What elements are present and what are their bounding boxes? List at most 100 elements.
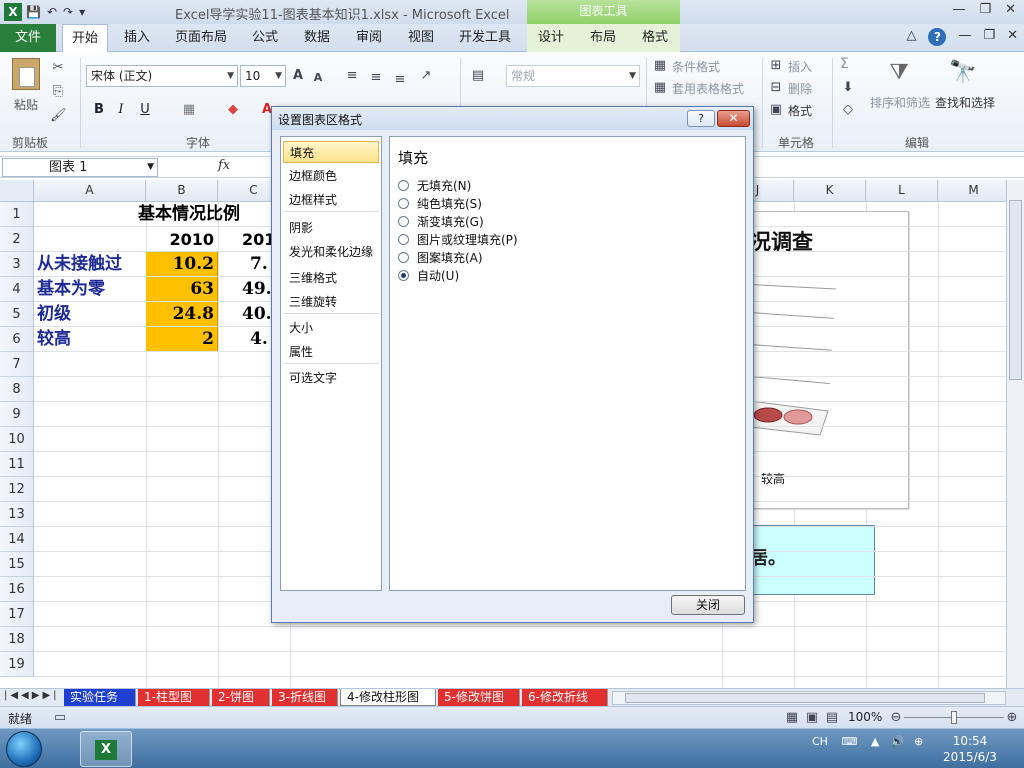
tab-file[interactable]: 文件	[0, 24, 56, 52]
start-button[interactable]	[6, 731, 42, 767]
table-format-icon[interactable]: ▦	[652, 80, 668, 96]
format-cells-button[interactable]: 格式	[788, 102, 812, 119]
dialog-nav-item[interactable]: 属性	[283, 341, 379, 363]
dialog-close-icon[interactable]: ✕	[717, 110, 750, 127]
fill-icon[interactable]: ⬇	[840, 80, 856, 96]
insert-function-icon[interactable]: fx	[218, 158, 230, 173]
undo-icon[interactable]: ↶	[47, 5, 57, 19]
customize-qat-icon[interactable]: ▾	[79, 5, 85, 19]
row-header[interactable]: 17	[0, 602, 34, 627]
sheet-tab[interactable]: 1-柱型图	[138, 689, 210, 706]
radio-icon[interactable]	[398, 179, 409, 191]
format-painter-icon[interactable]: 🖌	[50, 108, 67, 124]
row-header[interactable]: 18	[0, 627, 34, 652]
orientation-icon[interactable]: ↗	[418, 68, 434, 84]
save-icon[interactable]: 💾	[26, 5, 41, 19]
radio-icon[interactable]	[398, 233, 409, 245]
italic-button[interactable]: I	[112, 101, 130, 119]
tab-design[interactable]: 设计	[531, 24, 571, 52]
sheet-tab[interactable]: 5-修改饼图	[438, 689, 520, 706]
tab-format[interactable]: 格式	[635, 24, 675, 52]
grow-font-icon[interactable]: A	[290, 68, 306, 84]
row-header[interactable]: 3	[0, 252, 34, 277]
page-layout-view-icon[interactable]: ▣	[804, 710, 820, 726]
row-header[interactable]: 4	[0, 277, 34, 302]
column-header[interactable]: L	[866, 180, 938, 202]
fill-option[interactable]: 图案填充(A)	[398, 249, 483, 265]
radio-icon[interactable]	[398, 269, 409, 281]
sheet-tab[interactable]: 3-折线图	[272, 689, 338, 706]
sheet-tab[interactable]: 2-饼图	[212, 689, 270, 706]
network-icon[interactable]: ⊕	[914, 735, 923, 748]
row-header[interactable]: 19	[0, 652, 34, 677]
fill-option[interactable]: 渐变填充(G)	[398, 213, 484, 229]
horizontal-scroll-thumb[interactable]	[625, 693, 985, 703]
row-header[interactable]: 11	[0, 452, 34, 477]
help-icon[interactable]: ?	[928, 28, 947, 46]
underline-button[interactable]: U	[136, 101, 154, 119]
align-middle-icon[interactable]: ≡	[368, 70, 384, 86]
autosum-button[interactable]: Σ	[840, 56, 849, 72]
select-all-corner[interactable]	[0, 180, 34, 202]
fill-color-icon[interactable]: ◆	[224, 101, 242, 119]
column-header[interactable]: M	[938, 180, 1006, 202]
horizontal-scrollbar[interactable]	[612, 691, 1006, 705]
minimize-ribbon-icon[interactable]: △	[906, 28, 916, 46]
macro-record-icon[interactable]: ▭	[52, 710, 68, 726]
format-cells-icon[interactable]: ▣	[768, 102, 784, 118]
copy-icon[interactable]: ⎘	[50, 84, 66, 100]
tray-arrow-icon[interactable]: ▲	[871, 735, 879, 748]
delete-cells-button[interactable]: 删除	[788, 80, 812, 97]
tab-data[interactable]: 数据	[298, 24, 336, 52]
delete-cells-icon[interactable]: ⊟	[768, 80, 784, 96]
wrap-text-icon[interactable]: ▤	[470, 68, 486, 84]
redo-icon[interactable]: ↷	[63, 5, 73, 19]
volume-icon[interactable]: 🔊	[891, 735, 905, 748]
cut-icon[interactable]: ✂	[50, 60, 66, 76]
close-window-icon[interactable]: ✕	[1005, 2, 1016, 17]
name-box[interactable]: 图表 1 ▼	[2, 158, 158, 177]
vertical-scrollbar[interactable]	[1006, 180, 1024, 688]
insert-cells-button[interactable]: 插入	[788, 58, 812, 75]
font-name-select[interactable]: 宋体 (正文) ▼	[86, 65, 238, 87]
dialog-nav-item[interactable]: 发光和柔化边缘	[283, 241, 379, 263]
vertical-scroll-thumb[interactable]	[1009, 200, 1022, 380]
normal-view-icon[interactable]: ▦	[784, 710, 800, 726]
note-textbox[interactable]: 居。	[749, 525, 875, 595]
conditional-format-button[interactable]: 条件格式	[672, 58, 720, 75]
restore-icon[interactable]: ❐	[979, 2, 991, 17]
tab-page-layout[interactable]: 页面布局	[170, 24, 232, 52]
zoom-in-icon[interactable]: ⊕	[1004, 710, 1020, 726]
tab-layout[interactable]: 布局	[583, 24, 623, 52]
row-header[interactable]: 15	[0, 552, 34, 577]
doc-minimize-icon[interactable]: —	[958, 28, 971, 46]
paste-button[interactable]: 粘贴	[8, 56, 44, 126]
input-language[interactable]: CH	[812, 735, 828, 748]
sheet-tab[interactable]: 实验任务	[64, 689, 136, 706]
tab-formulas[interactable]: 公式	[246, 24, 284, 52]
row-header[interactable]: 5	[0, 302, 34, 327]
minimize-icon[interactable]: —	[952, 2, 965, 17]
row-header[interactable]: 14	[0, 527, 34, 552]
row-header[interactable]: 9	[0, 402, 34, 427]
row-header[interactable]: 1	[0, 202, 34, 227]
zoom-slider-knob[interactable]	[951, 711, 957, 724]
dialog-nav-item[interactable]: 阴影	[283, 217, 379, 239]
doc-close-icon[interactable]: ✕	[1007, 28, 1018, 46]
row-header[interactable]: 12	[0, 477, 34, 502]
number-format-select[interactable]: 常规 ▼	[506, 65, 640, 87]
zoom-level[interactable]: 100%	[848, 710, 882, 724]
dialog-nav-item[interactable]: 边框样式	[283, 189, 379, 211]
tab-insert[interactable]: 插入	[116, 24, 158, 52]
keyboard-icon[interactable]: ⌨	[841, 735, 857, 748]
borders-icon[interactable]: ▦	[180, 101, 198, 119]
tab-view[interactable]: 视图	[402, 24, 440, 52]
dialog-nav-item[interactable]: 三维旋转	[283, 291, 379, 313]
radio-icon[interactable]	[398, 197, 409, 209]
find-select-button[interactable]: 查找和选择	[935, 94, 995, 111]
row-header[interactable]: 7	[0, 352, 34, 377]
page-break-view-icon[interactable]: ▤	[824, 710, 840, 726]
dialog-nav-item[interactable]: 三维格式	[283, 267, 379, 289]
row-header[interactable]: 16	[0, 577, 34, 602]
dialog-nav-item[interactable]: 填充	[283, 141, 379, 163]
